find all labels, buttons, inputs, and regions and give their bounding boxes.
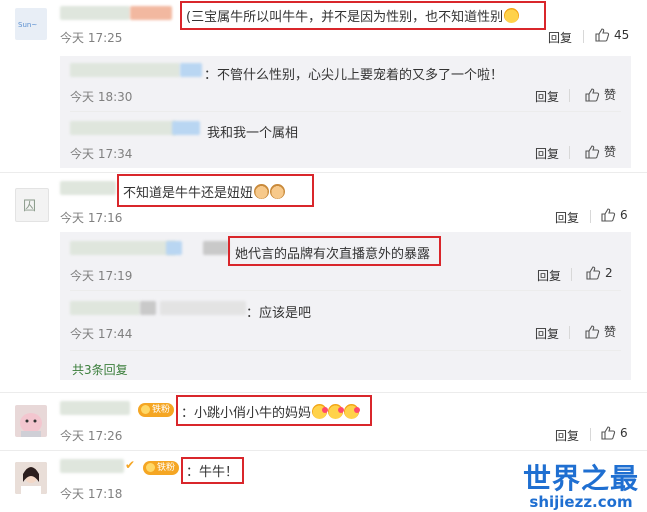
username-blurred	[203, 241, 229, 255]
divider	[571, 268, 572, 281]
reply-button[interactable]: 回复	[535, 325, 559, 342]
like-button[interactable]: 45	[594, 27, 629, 43]
comment-time: 今天 17:16	[60, 211, 123, 225]
reply-text: ：应该是吧	[246, 306, 312, 321]
like-button[interactable]: 赞	[584, 86, 616, 103]
divider	[569, 89, 570, 102]
comment-time: 今天 17:18	[60, 487, 123, 501]
comment-text: ：小跳小俏小牛的妈妈	[181, 402, 361, 421]
divider	[590, 210, 591, 223]
reply-button[interactable]: 回复	[548, 29, 572, 46]
divider	[0, 172, 647, 173]
reply-button[interactable]: 回复	[555, 209, 579, 226]
cat-emoji-icon	[270, 184, 286, 199]
reply-time: 今天 17:44	[70, 327, 133, 341]
comment-text: (三宝属牛所以叫牛牛，并不是因为性别，也不知道性别	[186, 6, 520, 25]
divider	[70, 350, 621, 351]
username-blurred[interactable]	[60, 6, 130, 20]
username-blurred[interactable]	[70, 241, 176, 255]
svg-text:Sun~: Sun~	[18, 21, 37, 29]
username-blurred	[172, 121, 200, 135]
comment-time: 今天 17:26	[60, 429, 123, 443]
kiss-emoji-icon	[312, 404, 329, 419]
like-label: 赞	[604, 88, 617, 102]
reply-time: 今天 17:34	[70, 147, 133, 161]
like-count: 6	[620, 426, 628, 440]
like-label: 赞	[604, 325, 617, 339]
kiss-emoji-icon	[344, 404, 361, 419]
username-blurred[interactable]	[70, 63, 180, 77]
username-blurred	[160, 301, 246, 315]
avatar[interactable]: 囚	[15, 188, 49, 222]
thumbs-up-icon	[585, 324, 600, 339]
username-blurred	[180, 63, 202, 77]
watermark-title: 世界之最	[522, 462, 639, 495]
like-button[interactable]: 6	[600, 207, 628, 223]
verified-icon: ✔	[125, 458, 136, 472]
comment-time: 今天 17:25	[60, 31, 123, 45]
watermark-url: shijiezz.com	[529, 493, 633, 511]
thumbs-up-icon	[601, 208, 616, 222]
divider	[583, 30, 584, 43]
thumbs-up-icon	[585, 87, 600, 102]
divider	[0, 392, 647, 393]
divider	[569, 326, 570, 339]
username-blurred[interactable]	[70, 121, 176, 135]
divider	[569, 146, 570, 159]
thumbs-up-icon	[586, 266, 601, 280]
username-blurred[interactable]	[70, 301, 140, 315]
more-replies-link[interactable]: 共3条回复	[72, 361, 128, 378]
svg-text:囚: 囚	[23, 199, 36, 214]
username-blurred	[130, 6, 172, 20]
like-button[interactable]: 赞	[584, 143, 616, 160]
divider	[590, 428, 591, 441]
username-blurred[interactable]	[60, 181, 116, 195]
watermark-logo: 世界之最 shijiezz.com	[522, 462, 639, 511]
username-blurred[interactable]	[60, 401, 130, 415]
username-blurred	[140, 301, 156, 315]
cat-emoji-icon	[254, 184, 270, 199]
thumbs-up-icon	[601, 426, 616, 440]
divider	[0, 450, 647, 451]
like-count: 6	[620, 208, 628, 222]
reply-time: 今天 18:30	[70, 90, 133, 104]
comment-text: ：牛牛！	[186, 465, 239, 480]
like-label: 赞	[604, 145, 617, 159]
divider	[70, 290, 621, 291]
thumbs-up-icon	[585, 144, 600, 159]
kiss-emoji-icon	[328, 404, 345, 419]
divider	[70, 111, 621, 112]
like-button[interactable]: 2	[585, 265, 613, 281]
reply-button[interactable]: 回复	[535, 145, 559, 162]
reply-text: 我和我一个属相	[207, 126, 299, 141]
avatar[interactable]	[15, 462, 47, 494]
like-count: 45	[614, 28, 630, 42]
like-count: 2	[605, 266, 613, 280]
username-blurred[interactable]	[60, 459, 124, 473]
fan-badge: 铁粉	[143, 461, 180, 475]
crying-emoji-icon	[504, 8, 520, 23]
avatar[interactable]	[15, 405, 47, 437]
reply-time: 今天 17:19	[70, 269, 133, 283]
reply-button[interactable]: 回复	[555, 427, 579, 444]
thumbs-up-icon	[595, 28, 610, 42]
avatar[interactable]: Sun~	[15, 8, 47, 40]
fan-badge: 铁粉	[138, 403, 175, 417]
like-button[interactable]: 赞	[584, 323, 616, 340]
reply-button[interactable]: 回复	[535, 88, 559, 105]
like-button[interactable]: 6	[600, 425, 628, 441]
reply-text: ：不管什么性别，心尖儿上要宠着的又多了一个啦！	[204, 68, 504, 83]
reply-button[interactable]: 回复	[537, 267, 561, 284]
reply-text: 她代言的品牌有次直播意外的暴露	[235, 247, 431, 262]
username-blurred	[166, 241, 182, 255]
comment-text: 不知道是牛牛还是妞妞	[123, 182, 286, 201]
